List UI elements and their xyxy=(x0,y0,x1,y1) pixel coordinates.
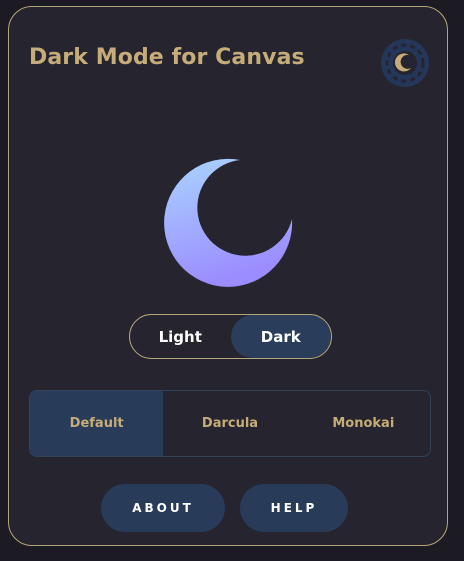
theme-default[interactable]: Default xyxy=(30,391,164,456)
help-button[interactable]: HELP xyxy=(240,484,348,532)
mode-toggle: Light Dark xyxy=(129,314,332,359)
about-button[interactable]: ABOUT xyxy=(101,484,225,532)
theme-monokai[interactable]: Monokai xyxy=(297,391,430,456)
popup-panel: Dark Mode for Canvas Light Dark Default … xyxy=(8,6,448,546)
page-title: Dark Mode for Canvas xyxy=(29,45,305,70)
moon-logo-icon xyxy=(380,38,430,88)
toggle-dark[interactable]: Dark xyxy=(230,315,331,358)
toggle-light[interactable]: Light xyxy=(130,315,231,358)
theme-selector: Default Darcula Monokai xyxy=(29,390,431,457)
theme-darcula[interactable]: Darcula xyxy=(163,391,296,456)
crescent-moon-icon xyxy=(164,157,294,287)
